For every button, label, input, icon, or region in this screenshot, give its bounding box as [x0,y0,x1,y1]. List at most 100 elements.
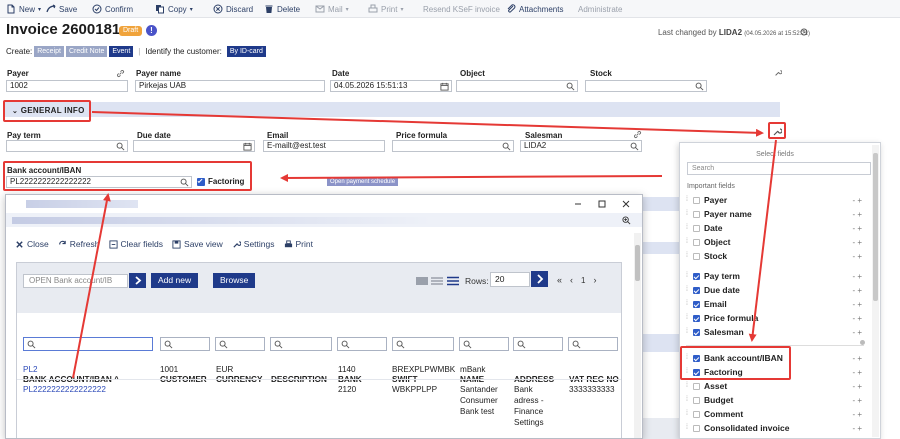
first-page-icon[interactable]: « [557,275,562,285]
popup-scrollbar-thumb[interactable] [635,245,640,281]
stock-field[interactable] [585,80,707,92]
select-field-item[interactable]: ⁞ Payer name - + [686,208,862,220]
field-plus-minus-controls[interactable]: - + [852,314,862,323]
drag-grip-icon[interactable]: ⁞ [686,382,690,390]
select-field-item[interactable]: ⁞ Due date - + [686,284,862,296]
info-icon[interactable]: ! [146,25,157,36]
filter-customer[interactable] [160,337,210,351]
prev-page-icon[interactable]: ‹ [570,275,573,285]
select-field-item[interactable]: ⁞ Asset - + [686,380,862,392]
due-date-field[interactable] [133,140,255,152]
view-density-icons[interactable] [416,276,460,286]
maximize-icon[interactable] [596,198,608,210]
open-payment-schedule-button[interactable]: Open payment schedule [327,178,399,186]
object-field[interactable] [456,80,578,92]
field-checkbox[interactable] [693,314,700,322]
field-checkbox[interactable] [693,224,700,232]
drag-grip-icon[interactable]: ⁞ [686,424,690,432]
attachments-button[interactable]: Attachments [506,3,563,15]
link-icon[interactable] [116,69,125,78]
drag-grip-icon[interactable]: ⁞ [686,286,690,294]
payer-name-field[interactable]: Pirkejas UAB [135,80,325,92]
cell-iban[interactable]: PL2222222222222222 [23,384,106,395]
field-checkbox[interactable] [693,382,700,390]
select-field-item[interactable]: ⁞ Email - + [686,298,862,310]
filter-vat-reg-no[interactable] [568,337,618,351]
field-plus-minus-controls[interactable]: - + [852,424,862,433]
close-window-icon[interactable] [620,198,632,210]
event-button[interactable]: Event [109,45,134,57]
field-plus-minus-controls[interactable]: - + [852,196,862,205]
add-new-button[interactable]: Add new [151,273,199,288]
col-header-customer[interactable]: CUSTOMER [160,373,207,387]
filter-bank-account[interactable] [23,337,153,351]
minimize-icon[interactable] [572,198,584,210]
select-field-item[interactable]: ⁞ Price formula - + [686,312,862,324]
select-field-item[interactable]: ⁞ Stock - + [686,250,862,262]
next-page-icon[interactable]: › [593,275,596,285]
field-plus-minus-controls[interactable]: - + [852,368,862,377]
search-icon[interactable] [116,142,125,151]
payer-field[interactable]: 1002 [6,80,128,92]
pay-term-field[interactable] [6,140,128,152]
drag-grip-icon[interactable]: ⁞ [686,224,690,232]
filter-bank[interactable] [337,337,387,351]
discard-button[interactable]: Discard [213,3,253,15]
search-icon[interactable] [566,82,575,91]
cell-iban[interactable]: PL2 [23,364,38,375]
drag-grip-icon[interactable]: ⁞ [686,272,690,280]
copy-button[interactable]: Copy ▾ [155,3,193,15]
field-plus-minus-controls[interactable]: - + [852,396,862,405]
field-plus-minus-controls[interactable]: - + [852,210,862,219]
select-field-item[interactable]: ⁞ Payer - + [686,194,862,206]
field-checkbox[interactable] [693,424,700,432]
field-checkbox[interactable] [693,238,700,246]
print-button[interactable]: Print ▾ [368,3,403,15]
filter-swift[interactable] [392,337,454,351]
refresh-button[interactable]: Refresh [58,239,100,249]
filter-description[interactable] [270,337,332,351]
filter-name[interactable] [459,337,509,351]
field-checkbox[interactable] [693,252,700,260]
new-button[interactable]: New ▾ [6,3,41,15]
link-icon[interactable] [633,130,642,139]
search-icon[interactable] [695,82,704,91]
drag-grip-icon[interactable]: ⁞ [686,410,690,418]
search-icon[interactable] [502,142,511,151]
select-field-item[interactable]: ⁞ Date - + [686,222,862,234]
field-plus-minus-controls[interactable]: - + [852,286,862,295]
price-formula-field[interactable] [392,140,514,152]
calendar-icon[interactable] [243,142,252,151]
rows-input[interactable]: 20 [490,272,530,287]
field-checkbox[interactable] [693,300,700,308]
search-icon[interactable] [630,142,639,151]
salesman-field[interactable]: LIDA2 [520,140,642,152]
drag-grip-icon[interactable]: ⁞ [686,210,690,218]
field-plus-minus-controls[interactable]: - + [852,272,862,281]
select-field-item[interactable]: ⁞ Pay term - + [686,270,862,282]
resend-ksef-button[interactable]: Resend KSeF invoice [423,3,500,15]
field-checkbox[interactable] [693,286,700,294]
close-button[interactable]: Close [15,239,49,249]
wrench-icon[interactable] [772,127,782,137]
mail-button[interactable]: Mail ▾ [315,3,349,15]
settings-button[interactable]: Settings [232,239,275,249]
credit-note-button[interactable]: Credit Note [65,45,108,57]
save-button[interactable]: Save [46,3,77,15]
drag-grip-icon[interactable]: ⁞ [686,252,690,260]
col-header-currency[interactable]: CURRENCY [216,373,262,387]
drag-grip-icon[interactable]: ⁞ [686,238,690,246]
select-field-item[interactable]: ⁞ Comment - + [686,408,862,420]
save-view-button[interactable]: Save view [172,239,223,249]
date-field[interactable]: 04.05.2026 15:51:13 [330,80,452,92]
open-bank-account-input[interactable]: OPEN Bank account/IB [23,274,128,288]
select-fields-scrollbar-thumb[interactable] [873,153,878,301]
print-popup-button[interactable]: Print [284,239,313,249]
select-fields-search[interactable]: Search [687,162,871,175]
zoom-icon[interactable] [622,216,631,225]
general-info-section[interactable] [4,102,780,117]
confirm-button[interactable]: Confirm [92,3,133,15]
field-plus-minus-controls[interactable]: - + [852,238,862,247]
drag-grip-icon[interactable]: ⁞ [686,328,690,336]
administrate-button[interactable]: Administrate [578,3,622,15]
